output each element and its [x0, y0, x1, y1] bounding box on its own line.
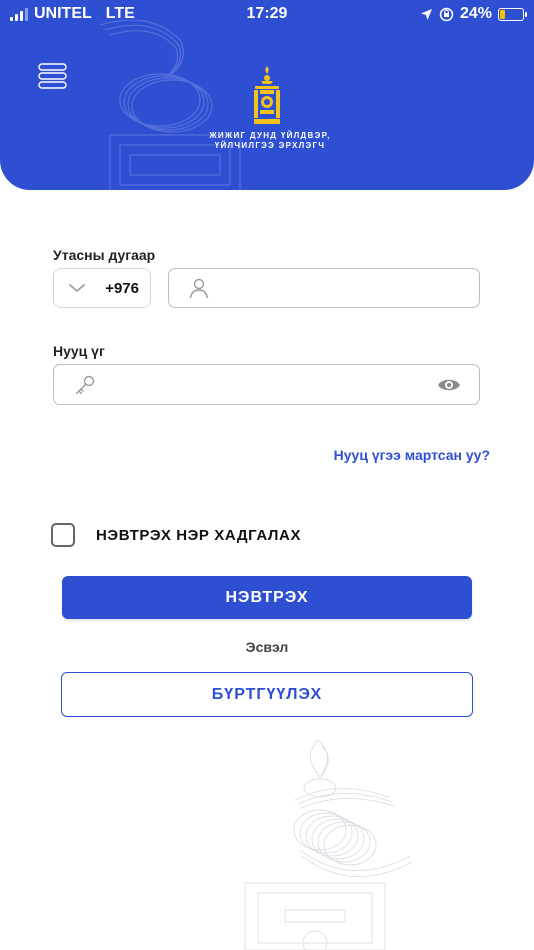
phone-field	[168, 268, 480, 308]
battery-level	[500, 9, 505, 19]
password-label: Нууц үг	[53, 343, 105, 359]
remember-row: НЭВТРЭХ НЭР ХАДГАЛАХ	[51, 523, 301, 547]
user-icon	[189, 278, 209, 299]
eye-icon[interactable]	[437, 377, 461, 393]
menu-icon	[38, 63, 67, 89]
phone-input[interactable]	[210, 269, 479, 307]
orientation-lock-icon	[439, 7, 454, 21]
status-right: 24%	[420, 5, 527, 23]
password-input[interactable]	[96, 365, 437, 404]
chevron-down-icon	[69, 284, 85, 292]
header-watermark-icon	[99, 20, 241, 190]
org-name-line1: ЖИЖИГ ДУНД ҮЙЛДВЭР,	[209, 131, 331, 140]
org-name-line2: ҮЙЛЧИЛГЭЭ ЭРХЛЭГЧ	[214, 141, 326, 150]
password-field	[53, 364, 480, 405]
status-bar: UNITEL LTE 17:29 24%	[0, 0, 534, 28]
remember-label: НЭВТРЭХ НЭР ХАДГАЛАХ	[96, 526, 302, 544]
register-button[interactable]: БҮРТГҮҮЛЭХ	[61, 672, 473, 717]
menu-button[interactable]	[38, 62, 68, 92]
location-arrow-icon	[420, 8, 432, 20]
battery-percent: 24%	[459, 5, 492, 22]
forgot-password-link[interactable]: Нууц үгээ мартсан уу?	[300, 447, 490, 463]
mongolia-emblem-icon	[254, 66, 280, 124]
org-name: ЖИЖИГ ДУНД ҮЙЛДВЭР, ҮЙЛЧИЛГЭЭ ЭРХЛЭГЧ	[190, 131, 350, 151]
login-button[interactable]: НЭВТРЭХ	[62, 576, 472, 619]
or-divider-text: Эсвэл	[245, 639, 289, 655]
header: UNITEL LTE 17:29 24% ЖИЖИГ ДУНД ҮЙЛДВЭР,…	[0, 0, 534, 190]
key-icon	[75, 375, 95, 394]
country-code-select[interactable]: +976	[53, 268, 151, 308]
bottom-watermark-icon	[244, 739, 413, 950]
country-code-value: +976	[105, 279, 139, 297]
remember-checkbox[interactable]	[51, 523, 75, 547]
phone-label: Утасны дугаар	[53, 247, 156, 263]
battery-icon	[498, 7, 527, 21]
